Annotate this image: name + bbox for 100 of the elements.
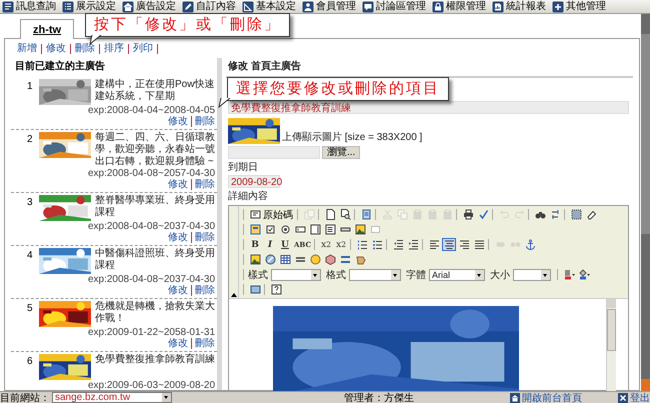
text-color-icon[interactable] (562, 268, 576, 281)
scrollbar[interactable] (606, 299, 616, 391)
list-heading: 目前已建立的主廣告 (14, 61, 106, 73)
source-button[interactable]: 原始碼 (248, 208, 295, 221)
speech-bubble-icon (362, 0, 374, 12)
list-box-icon[interactable] (323, 223, 337, 236)
toolbar-link[interactable]: 新增 (13, 44, 42, 54)
align-right-icon[interactable] (457, 238, 472, 251)
date-range: exp:2008-04-08~2037-04-30 (86, 221, 215, 232)
tab[interactable]: zh-tw (20, 19, 74, 39)
title-field[interactable]: 免學費整復推拿師教育訓練 (228, 101, 629, 114)
row-number: 2 (26, 133, 34, 147)
action-link[interactable]: 刪除 (191, 116, 215, 127)
list-icon (62, 0, 74, 12)
action-link[interactable]: 刪除 (191, 232, 215, 243)
row-number: 5 (26, 302, 34, 316)
file-field[interactable] (228, 146, 320, 159)
house-icon (122, 0, 134, 12)
window-icon (250, 209, 261, 220)
numbered-list-icon[interactable] (355, 238, 370, 251)
person-icon (302, 0, 314, 12)
date-range: exp:2008-04-08~2037-04-30 (86, 274, 215, 285)
admin-name: 管理者：方傑生 (344, 392, 414, 403)
toolbar-link[interactable]: 修改 (42, 44, 71, 54)
home-icon (510, 392, 520, 402)
table-icon[interactable] (278, 253, 292, 266)
memo-icon (2, 0, 14, 12)
ad-title: 危機就是轉機，搶救失業大作戰！ (95, 301, 215, 326)
home-link[interactable]: 開啟前台首頁 (510, 390, 582, 403)
action-link[interactable]: 刪除 (191, 338, 215, 349)
scrollbar[interactable] (217, 58, 222, 390)
align-left-icon[interactable] (427, 238, 442, 251)
underline-button[interactable]: U (278, 238, 292, 251)
align-center-icon[interactable] (442, 238, 456, 251)
select-label: 格式 (326, 268, 346, 282)
bold-button[interactable]: B (248, 238, 262, 251)
select-all-icon[interactable] (569, 208, 583, 221)
action-link[interactable]: 修改 (165, 285, 191, 296)
menu-item[interactable]: 統計報表 (490, 0, 550, 13)
callout-pointer (217, 98, 231, 108)
bullet-list-icon[interactable] (370, 238, 384, 251)
text-area-icon[interactable] (308, 223, 322, 236)
action-link[interactable]: 修改 (165, 232, 191, 243)
pencil-icon (182, 0, 194, 12)
italic-button[interactable]: I (263, 238, 277, 251)
action-link[interactable]: 修改 (165, 116, 191, 127)
background-color-icon[interactable] (577, 268, 591, 281)
site-select[interactable]: sange.bz.com.tw (52, 392, 172, 403)
ad-title: 每週二、四、六、日循環教學，歡迎旁聽，永春站一號出口右轉，歡迎親身體驗 ~ (95, 132, 215, 168)
date-range: exp:2009-06-03~2009-08-20 (86, 380, 215, 390)
justify-icon[interactable] (472, 238, 486, 251)
action-link[interactable]: 修改 (165, 179, 191, 190)
flash-icon[interactable] (263, 253, 277, 266)
printer-icon[interactable] (461, 208, 475, 221)
upload-label: 上傳顯示圖片 [size = 383X200 ] (282, 130, 422, 144)
site-label: 目前網站： (0, 392, 50, 403)
action-link[interactable]: 刪除 (191, 285, 215, 296)
browse-button[interactable]: 瀏覽... (322, 146, 360, 159)
menu-item[interactable]: 展示設定 (60, 0, 120, 13)
outdent-icon[interactable] (391, 238, 406, 251)
page-magnifier-icon[interactable] (338, 208, 352, 221)
ad-title: 免學費整復推拿師教育訓練 (95, 354, 215, 367)
menu-item[interactable]: 會員管理 (300, 0, 360, 13)
date-range: exp:2008-04-08~2057-04-30 (86, 168, 215, 179)
date-range: exp:2008-04-04~2008-04-05 (86, 105, 215, 116)
toolbar-link[interactable]: 列印 (129, 44, 158, 54)
dropdown[interactable] (513, 268, 551, 280)
form-icon[interactable] (248, 223, 262, 236)
menu-item[interactable]: 權限管理 (430, 0, 490, 13)
dropdown[interactable]: Arial (429, 268, 485, 280)
dropdown[interactable] (349, 268, 401, 280)
action-link[interactable]: 刪除 (191, 179, 215, 190)
image-icon[interactable] (353, 223, 367, 236)
logout-link[interactable]: 登出 (618, 390, 650, 403)
field-label: 到期日 (228, 162, 259, 174)
date-field[interactable]: 2009-08-20 (228, 175, 280, 188)
toolbar-link[interactable]: 排序 (100, 44, 129, 54)
date-range: exp:2009-01-22~2058-01-31 (86, 327, 215, 338)
menu-item[interactable]: 廣告設定 (120, 0, 180, 13)
row-number: 4 (26, 249, 34, 263)
plus-icon (552, 0, 564, 12)
select-label: 字體 (406, 268, 426, 282)
lock-icon (432, 0, 444, 12)
anchor-icon[interactable] (523, 238, 538, 251)
close-icon (618, 392, 628, 402)
image-icon[interactable] (248, 253, 262, 266)
row-number: 6 (26, 355, 34, 369)
menu-item[interactable]: 自訂內容 (180, 0, 240, 13)
action-link[interactable]: 修改 (165, 338, 191, 349)
select-label: 樣式 (248, 268, 268, 282)
menu-item[interactable]: 其他管理 (550, 0, 610, 13)
menu-item[interactable]: 基本設定 (240, 0, 300, 13)
chart-icon (492, 0, 504, 12)
menu-item[interactable]: 訊息查詢 (0, 0, 60, 13)
ad-title: 中醫傷科證照班、終身受用課程 (95, 248, 215, 273)
indent-icon[interactable] (406, 238, 420, 251)
maximize-icon[interactable] (248, 283, 262, 296)
help-icon[interactable] (269, 283, 283, 296)
menu-item[interactable]: 討論區管理 (360, 0, 430, 13)
smiley-icon[interactable] (308, 253, 322, 266)
